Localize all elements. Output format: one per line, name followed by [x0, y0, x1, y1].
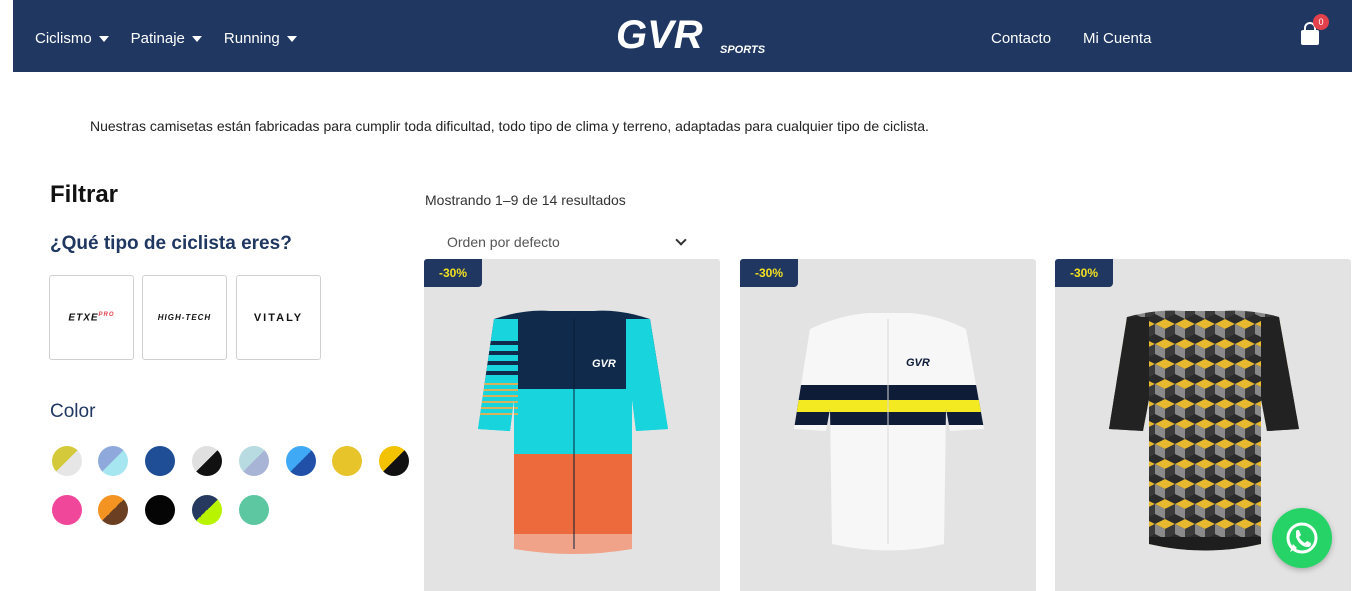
secondary-nav: Contacto Mi Cuenta — [991, 30, 1183, 47]
sort-select-label: Orden por defecto — [447, 234, 560, 250]
category-description: Nuestras camisetas están fabricadas para… — [90, 118, 929, 134]
color-swatch[interactable] — [145, 446, 175, 476]
color-swatch[interactable] — [286, 446, 316, 476]
color-swatch[interactable] — [192, 446, 222, 476]
whatsapp-icon — [1286, 522, 1318, 554]
whatsapp-button[interactable] — [1272, 508, 1332, 568]
cart-count-badge: 0 — [1313, 14, 1329, 30]
color-swatch[interactable] — [379, 446, 409, 476]
brand-vitaly-label: VITALY — [253, 311, 304, 324]
product-image-jersey-white-stripe: GVR — [794, 313, 984, 551]
color-swatch[interactable] — [239, 446, 269, 476]
jersey-logo: GVR — [906, 357, 930, 369]
color-swatch[interactable] — [52, 495, 82, 525]
discount-badge: -30% — [424, 259, 482, 287]
color-swatch[interactable] — [239, 495, 269, 525]
main-nav: Ciclismo Patinaje Running — [35, 30, 319, 47]
caret-down-icon — [286, 36, 297, 42]
jersey-logo: GVR — [592, 358, 616, 370]
nav-ciclismo[interactable]: Ciclismo — [35, 30, 109, 47]
gvr-logo[interactable]: GVR SPORTS — [616, 12, 766, 56]
logo-sub: SPORTS — [720, 44, 766, 56]
site-header: Ciclismo Patinaje Running GVR SPORTS Con… — [13, 0, 1352, 72]
product-card[interactable]: GVR -30% — [740, 259, 1036, 591]
discount-badge: -30% — [1055, 259, 1113, 287]
filter-title: Filtrar — [50, 181, 119, 208]
logo-text: GVR — [616, 13, 703, 56]
brand-filter-vitaly[interactable]: VITALY — [236, 275, 321, 360]
brand-filter-etxe[interactable]: ETXEPRO — [49, 275, 134, 360]
nav-mi-cuenta[interactable]: Mi Cuenta — [1083, 30, 1151, 47]
brand-etxe-name: ETXE — [68, 312, 99, 324]
cyclist-type-heading: ¿Qué tipo de ciclista eres? — [50, 233, 292, 254]
result-count: Mostrando 1–9 de 14 resultados — [425, 192, 626, 208]
brand-high-tech-label: HIGH-TECH — [157, 313, 212, 322]
nav-running-label: Running — [223, 30, 280, 47]
nav-patinaje-label: Patinaje — [130, 30, 185, 47]
product-image-jersey-cyan-orange: GVR — [478, 310, 668, 554]
nav-ciclismo-label: Ciclismo — [35, 30, 92, 47]
brand-etxe-label: ETXEPRO — [68, 312, 114, 323]
chevron-down-icon — [675, 234, 687, 246]
product-card[interactable]: GVR -30% — [424, 259, 720, 591]
color-swatch[interactable] — [98, 446, 128, 476]
caret-down-icon — [191, 36, 202, 42]
nav-running[interactable]: Running — [224, 30, 297, 47]
color-filter-heading: Color — [50, 401, 96, 422]
caret-down-icon — [98, 36, 109, 42]
color-swatch[interactable] — [145, 495, 175, 525]
color-swatch[interactable] — [332, 446, 362, 476]
color-swatch[interactable] — [52, 446, 82, 476]
nav-contacto[interactable]: Contacto — [991, 30, 1051, 47]
brand-etxe-sub: PRO — [98, 311, 115, 318]
discount-badge: -30% — [740, 259, 798, 287]
color-swatch[interactable] — [98, 495, 128, 525]
brand-filter-high-tech[interactable]: HIGH-TECH — [142, 275, 227, 360]
color-swatch[interactable] — [192, 495, 222, 525]
sort-select[interactable]: Orden por defecto — [425, 228, 695, 258]
nav-patinaje[interactable]: Patinaje — [131, 30, 202, 47]
